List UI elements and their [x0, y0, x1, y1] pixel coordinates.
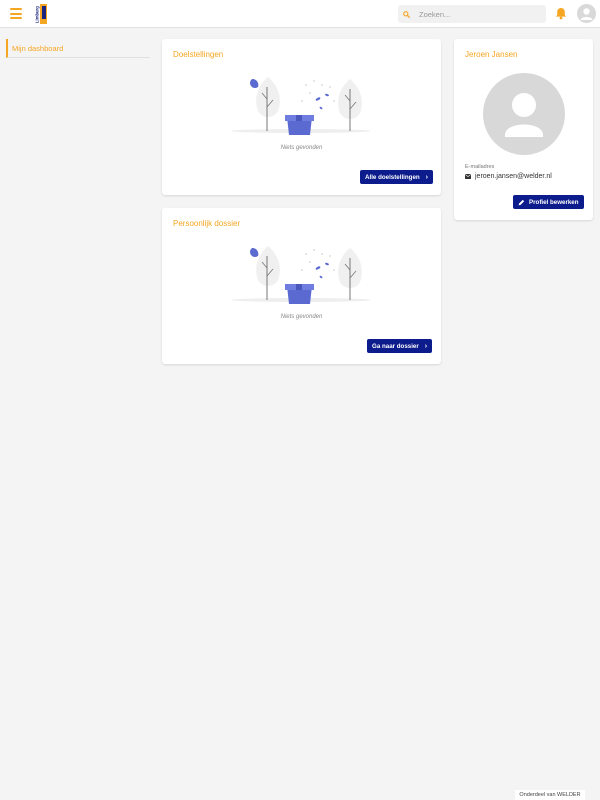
- sidebar-item-mijn-dashboard[interactable]: Mijn dashboard: [6, 39, 150, 58]
- hamburger-menu-icon[interactable]: [10, 8, 22, 19]
- all-goals-button[interactable]: Alle doelstellingen ›: [360, 170, 434, 184]
- limburg-logo[interactable]: Limburg: [32, 4, 48, 24]
- button-label: Alle doelstellingen: [365, 173, 420, 181]
- notifications-bell-icon[interactable]: [555, 7, 567, 20]
- chevron-right-icon: ›: [424, 342, 428, 350]
- empty-state-illustration: [230, 242, 372, 306]
- svg-text:Limburg: Limburg: [35, 6, 40, 23]
- top-bar: Limburg: [0, 0, 600, 28]
- email-value: jeroen.jansen@welder.nl: [475, 173, 552, 180]
- profile-avatar: [483, 73, 565, 155]
- go-to-dossier-button[interactable]: Ga naar dossier ›: [367, 339, 433, 353]
- chevron-right-icon: ›: [425, 173, 429, 181]
- email-label: E-mailadres: [465, 164, 495, 170]
- empty-state-text: Niets gevonden: [280, 314, 323, 320]
- empty-state-text: Niets gevonden: [280, 145, 323, 151]
- email-row: jeroen.jansen@welder.nl: [465, 173, 552, 180]
- card-title: Persoonlijk dossier: [173, 219, 241, 228]
- pencil-icon: [518, 199, 525, 206]
- search-input[interactable]: [419, 9, 539, 19]
- card-title: Doelstellingen: [173, 50, 224, 59]
- button-label: Ga naar dossier: [372, 342, 419, 350]
- doelstellingen-card: Doelstellingen Niets gevonden Alle doels…: [162, 39, 441, 195]
- edit-profile-button[interactable]: Profiel bewerken: [513, 195, 584, 209]
- empty-state-illustration: [230, 73, 372, 137]
- footer-credit: Onderdeel van WELDER: [515, 790, 585, 800]
- button-label: Profiel bewerken: [529, 198, 579, 206]
- profile-card: Jeroen Jansen E-mailadres jeroen.jansen@…: [454, 39, 593, 220]
- profile-name: Jeroen Jansen: [465, 50, 518, 59]
- search-icon: [403, 10, 419, 18]
- user-avatar[interactable]: [577, 4, 596, 23]
- search-bar[interactable]: [398, 5, 546, 23]
- envelope-icon: [465, 174, 472, 179]
- dossier-card: Persoonlijk dossier Niets gevonden Ga na…: [162, 208, 441, 364]
